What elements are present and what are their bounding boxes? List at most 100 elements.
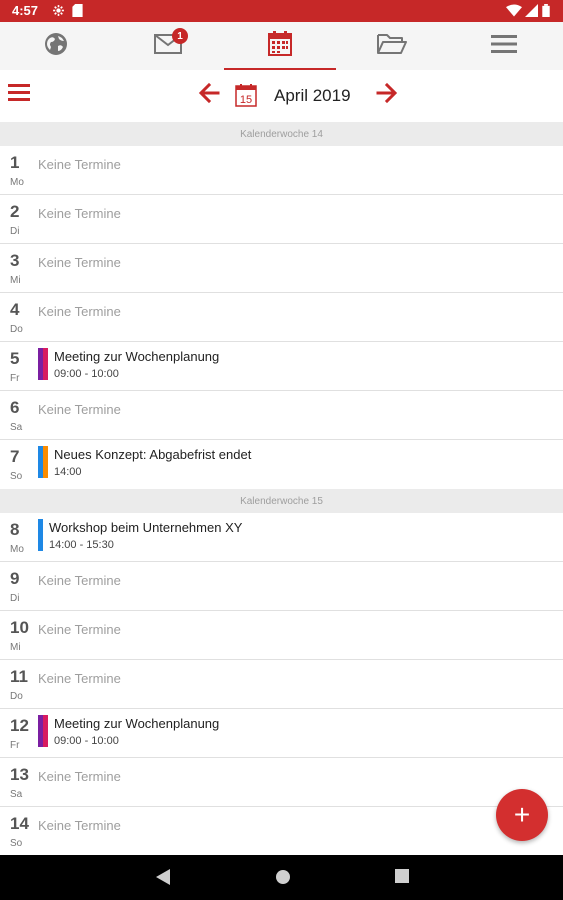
no-events-text: Keine Termine	[38, 573, 121, 588]
previous-month-button[interactable]	[198, 82, 222, 108]
day-row[interactable]: 4 Do Keine Termine	[0, 293, 563, 342]
calendar-header: 15 April 2019	[0, 70, 563, 122]
tab-files[interactable]	[336, 22, 448, 70]
add-event-button[interactable]: +	[496, 789, 548, 841]
day-weekday: Di	[10, 226, 20, 237]
day-row[interactable]: 5 Fr Meeting zur Wochenplanung 09:00 - 10:0…	[0, 342, 563, 391]
date-picker-button[interactable]: 15	[235, 83, 257, 107]
day-weekday: Sa	[10, 422, 23, 433]
day-number: 12	[10, 716, 29, 735]
day-number: 10	[10, 618, 29, 637]
event-color-segment	[43, 715, 48, 747]
event-color-bar	[38, 348, 48, 380]
day-number: 1	[10, 153, 20, 172]
no-events-text: Keine Termine	[38, 622, 121, 637]
day-row[interactable]: 14 So Keine Termine	[0, 807, 563, 855]
day-number: 3	[10, 251, 20, 270]
arrow-left-icon	[198, 82, 220, 108]
folder-icon	[377, 33, 407, 60]
day-row[interactable]: 3 Mi Keine Termine	[0, 244, 563, 293]
arrow-right-icon	[376, 82, 398, 108]
day-number: 8	[10, 520, 20, 539]
day-weekday: So	[10, 838, 23, 849]
event-color-segment	[43, 348, 48, 380]
day-number: 2	[10, 202, 20, 221]
system-navigation-bar	[0, 855, 563, 900]
no-events-text: Keine Termine	[38, 769, 121, 784]
no-events-text: Keine Termine	[38, 818, 121, 833]
day-row[interactable]: 7 So Neues Konzept: Abgabefrist endet 14:00	[0, 440, 563, 489]
day-weekday: Sa	[10, 789, 23, 800]
next-month-button[interactable]	[376, 82, 400, 108]
day-number: 4	[10, 300, 20, 319]
day-weekday: Do	[10, 324, 23, 335]
mail-unread-badge: 1	[172, 28, 188, 44]
event-title[interactable]: Workshop beim Unternehmen XY	[49, 520, 242, 535]
day-row[interactable]: 13 Sa Keine Termine	[0, 758, 563, 807]
day-row[interactable]: 1 Mo Keine Termine	[0, 146, 563, 195]
home-icon[interactable]	[275, 869, 291, 890]
status-bar: 4:57	[0, 0, 563, 22]
event-color-bar	[38, 519, 43, 551]
day-row[interactable]: 11 Do Keine Termine	[0, 660, 563, 709]
wifi-status-icon	[506, 4, 522, 20]
top-tab-bar: 1	[0, 22, 563, 70]
event-title[interactable]: Meeting zur Wochenplanung	[54, 716, 219, 731]
no-events-text: Keine Termine	[38, 206, 121, 221]
day-weekday: Mo	[10, 177, 24, 188]
signal-status-icon	[525, 4, 538, 20]
no-events-text: Keine Termine	[38, 255, 121, 270]
recents-icon[interactable]	[395, 869, 409, 888]
no-events-text: Keine Termine	[38, 671, 121, 686]
week-header: Kalenderwoche 14	[0, 122, 563, 146]
event-time: 14:00 - 15:30	[49, 539, 114, 551]
event-title[interactable]: Neues Konzept: Abgabefrist endet	[54, 447, 251, 462]
event-color-bar	[38, 446, 48, 478]
day-number: 13	[10, 765, 29, 784]
day-weekday: Mi	[10, 275, 21, 286]
battery-status-icon	[542, 4, 550, 20]
day-number: 5	[10, 349, 20, 368]
event-title[interactable]: Meeting zur Wochenplanung	[54, 349, 219, 364]
day-number: 9	[10, 569, 20, 588]
tab-globe[interactable]	[0, 22, 112, 70]
tab-more[interactable]	[448, 22, 560, 70]
globe-icon	[44, 32, 68, 61]
no-events-text: Keine Termine	[38, 157, 121, 172]
sd-card-status-icon	[72, 4, 83, 20]
day-weekday: Di	[10, 593, 20, 604]
day-weekday: Do	[10, 691, 23, 702]
day-weekday: So	[10, 471, 23, 482]
tab-calendar[interactable]	[224, 22, 336, 70]
day-number: 7	[10, 447, 20, 466]
no-events-text: Keine Termine	[38, 304, 121, 319]
status-time: 4:57	[12, 3, 39, 18]
event-color-segment	[43, 446, 48, 478]
day-weekday: Mo	[10, 544, 24, 555]
week-header: Kalenderwoche 15	[0, 489, 563, 513]
day-weekday: Mi	[10, 642, 21, 653]
day-weekday: Fr	[10, 373, 20, 384]
back-icon[interactable]	[156, 869, 170, 890]
day-number: 6	[10, 398, 20, 417]
event-color-segment	[38, 519, 43, 551]
menu-icon	[491, 34, 517, 59]
day-row[interactable]: 6 Sa Keine Termine	[0, 391, 563, 440]
day-row[interactable]: 9 Di Keine Termine	[0, 562, 563, 611]
event-time: 09:00 - 10:00	[54, 368, 119, 380]
day-row[interactable]: 12 Fr Meeting zur Wochenplanung 09:00 - 10:…	[0, 709, 563, 758]
day-number: 11	[10, 667, 28, 686]
no-events-text: Keine Termine	[38, 402, 121, 417]
day-row[interactable]: 10 Mi Keine Termine	[0, 611, 563, 660]
calendar-icon	[268, 30, 292, 61]
day-row[interactable]: 2 Di Keine Termine	[0, 195, 563, 244]
agenda-list[interactable]: Kalenderwoche 14 1 Mo Keine Termine 2 Di Keine…	[0, 122, 563, 855]
tab-mail[interactable]: 1	[112, 22, 224, 70]
event-color-bar	[38, 715, 48, 747]
event-time: 14:00	[54, 466, 82, 478]
day-weekday: Fr	[10, 740, 20, 751]
settings-status-icon	[52, 4, 65, 20]
day-row[interactable]: 8 Mo Workshop beim Unternehmen XY 14:00 - 1…	[0, 513, 563, 562]
day-number: 14	[10, 814, 29, 833]
hamburger-menu-button[interactable]	[8, 82, 32, 106]
